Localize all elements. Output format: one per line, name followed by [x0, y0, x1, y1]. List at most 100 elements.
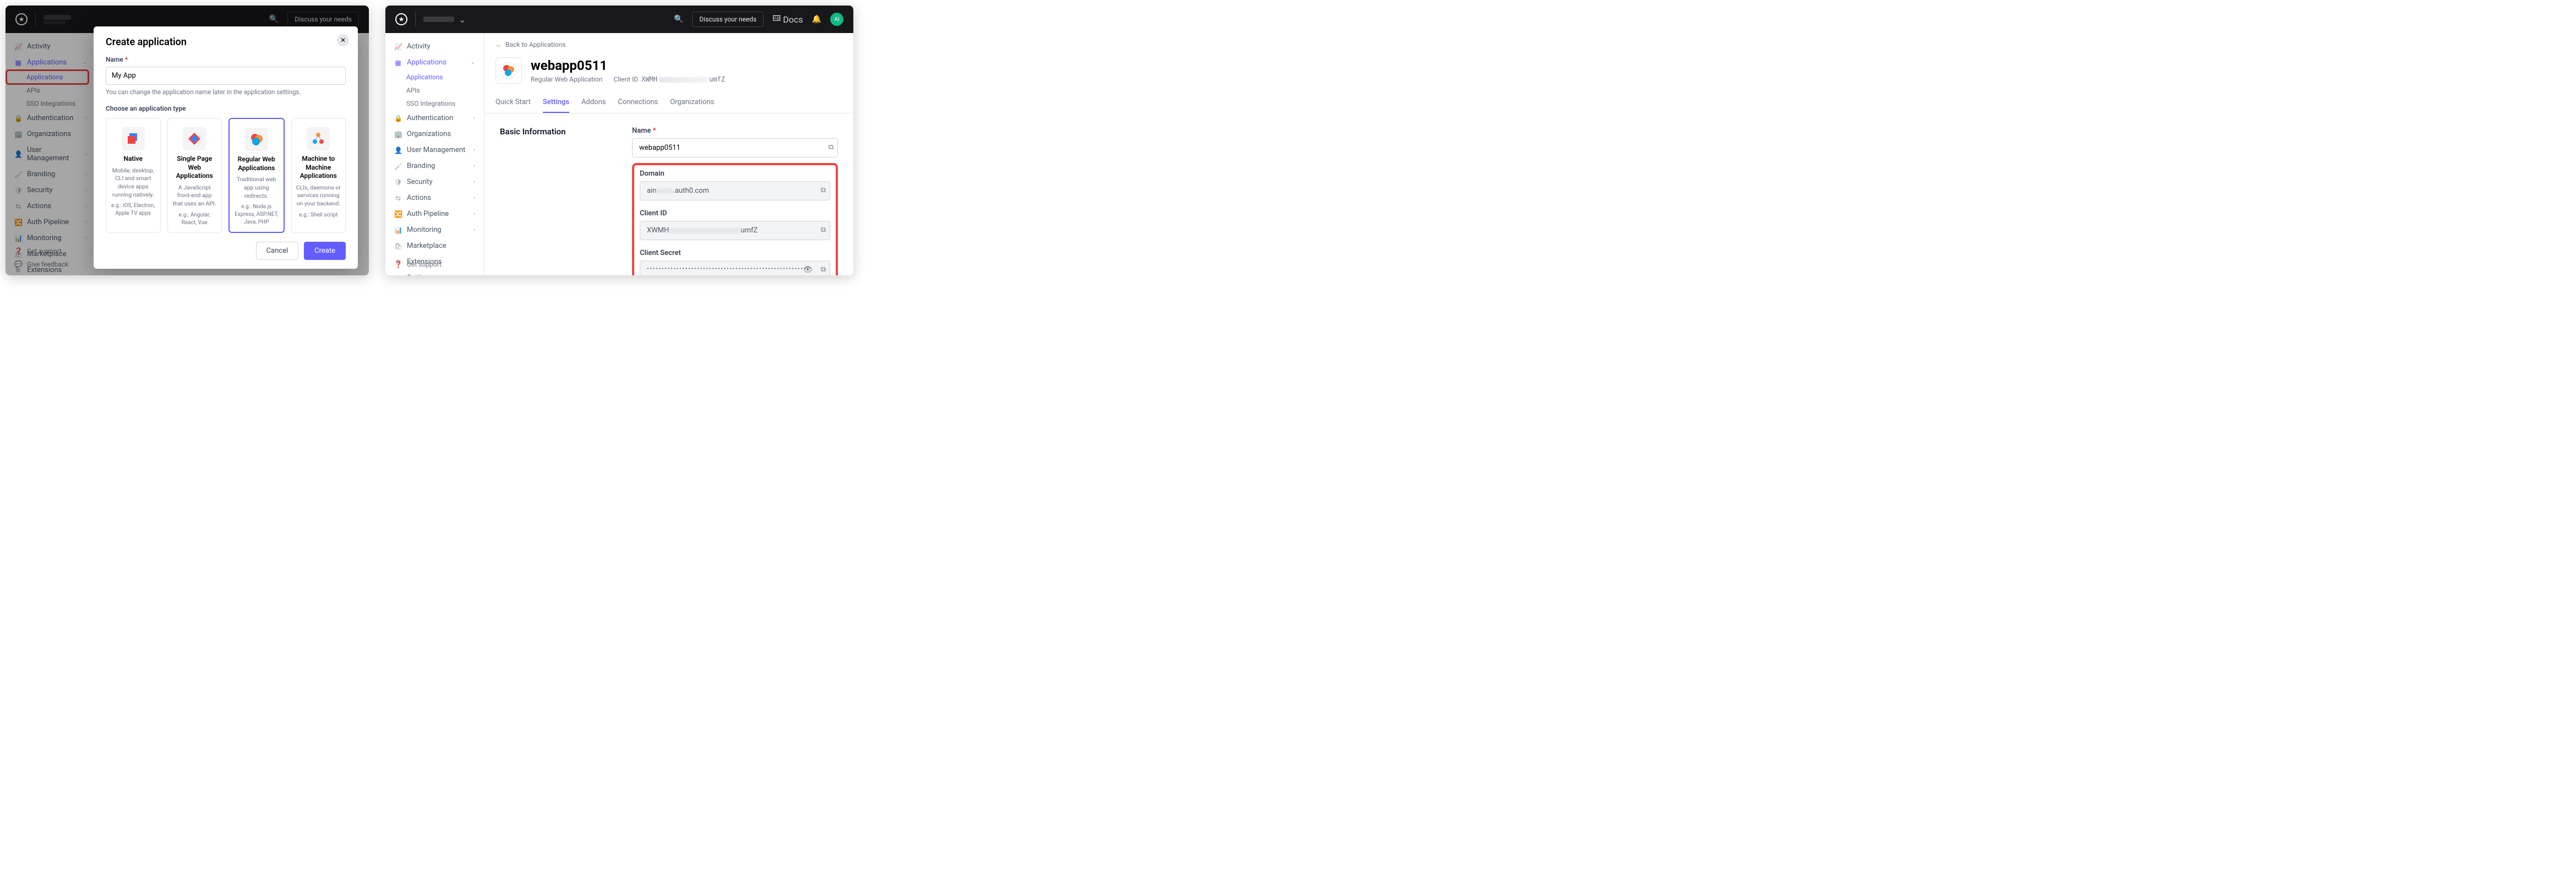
branding-icon: 🖌: [394, 162, 402, 170]
breadcrumb[interactable]: ←Back to Applications: [484, 33, 853, 52]
sidebar-item-actions[interactable]: ⇆Actions›: [385, 190, 484, 206]
sidebar-item-activity[interactable]: 📈Activity: [385, 39, 484, 55]
eye-icon[interactable]: 👁: [803, 265, 813, 274]
card-title: Single Page Web Applications: [172, 155, 217, 181]
chevron-right-icon: ›: [473, 195, 475, 201]
chevron-right-icon: ›: [473, 147, 475, 153]
client-id-summary: Client ID XWMHumfZ: [613, 75, 725, 83]
tab-organizations[interactable]: Organizations: [670, 93, 714, 113]
sidebar-item-auth-pipeline[interactable]: 🔀Auth Pipeline›: [385, 206, 484, 222]
right-pane-app-settings: ★ ⌄ 🔍 Discuss your needs 🖽Docs 🔔 AI 📈Act…: [385, 6, 853, 275]
create-application-modal: ✕ Create application Name * You can chan…: [94, 26, 358, 269]
domain-field: ain.auth0.com: [640, 181, 830, 200]
tab-connections[interactable]: Connections: [618, 93, 658, 113]
tab-quick-start[interactable]: Quick Start: [495, 93, 531, 113]
name-label: Name *: [632, 127, 838, 135]
card-eg: e.g.: Shell script: [296, 211, 341, 219]
modal-title: Create application: [106, 36, 346, 48]
regular-icon: [245, 128, 268, 151]
app-type-card-m2m[interactable]: Machine to Machine Applications CLIs, dae…: [291, 118, 346, 233]
name-label: Name *: [106, 56, 346, 63]
sidebar-item-monitoring[interactable]: 📊Monitoring›: [385, 222, 484, 238]
client-id-label: Client ID: [640, 209, 830, 218]
app-title: webapp0511: [531, 58, 725, 73]
app-type-cards: NativeMobile, desktop, CLI and smart dev…: [106, 118, 346, 233]
avatar[interactable]: AI: [830, 13, 843, 26]
sidebar-item-authentication[interactable]: 🔒Authentication›: [385, 110, 484, 126]
card-eg: e.g.: iOS, Electron, Apple TV apps: [111, 202, 156, 218]
close-button[interactable]: ✕: [337, 34, 349, 46]
tab-addons[interactable]: Addons: [581, 93, 606, 113]
support-icon: ❓: [394, 260, 402, 268]
sidebar-subitem-applications[interactable]: Applications: [385, 70, 484, 84]
name-input[interactable]: [632, 138, 838, 158]
card-title: Regular Web Applications: [234, 155, 279, 172]
app-type-card-regular[interactable]: Regular Web Applications Traditional web …: [228, 118, 285, 233]
client-secret-label: Client Secret: [640, 249, 830, 257]
sidebar-item-branding[interactable]: 🖌Branding›: [385, 158, 484, 174]
sidebar-subitem-apis[interactable]: APIs: [385, 84, 484, 97]
card-desc: Traditional web app using redirects.: [234, 176, 279, 200]
chevron-right-icon: ›: [473, 211, 475, 217]
card-eg: e.g.: Angular, React, Vue: [172, 211, 217, 227]
sidebar-item-marketplace[interactable]: 🛍Marketplace: [385, 238, 484, 254]
spa-icon: [183, 127, 206, 150]
cancel-button[interactable]: Cancel: [256, 242, 299, 260]
sidebar-item-user-management[interactable]: 👤User Management›: [385, 142, 484, 158]
app-type-card-spa[interactable]: Single Page Web ApplicationsA JavaScript…: [167, 118, 222, 233]
copy-icon[interactable]: ⧉: [829, 143, 834, 151]
search-icon[interactable]: 🔍: [674, 15, 683, 24]
docs-icon: 🖽: [772, 13, 781, 26]
sidebar-right: 📈Activity ▦Applications⌄ Applications AP…: [385, 33, 484, 275]
org-icon: 🏢: [394, 131, 402, 138]
card-desc: CLIs, daemons or services running on you…: [296, 184, 341, 208]
chevron-right-icon: ›: [473, 227, 475, 233]
discuss-button[interactable]: Discuss your needs: [692, 12, 764, 27]
shield-icon: 🛡: [394, 178, 402, 186]
card-desc: Mobile, desktop, CLI and smart device ap…: [111, 167, 156, 199]
client-secret-field: [640, 260, 830, 275]
card-title: Machine to Machine Applications: [296, 155, 341, 181]
chevron-right-icon: ›: [473, 163, 475, 169]
activity-icon: 📈: [394, 43, 402, 51]
m2m-icon: [307, 127, 330, 150]
market-icon: 🛍: [394, 242, 402, 250]
chevron-right-icon: ›: [473, 115, 475, 121]
sidebar-subitem-sso[interactable]: SSO Integrations: [385, 97, 484, 110]
app-tabs: Quick Start Settings Addons Connections …: [484, 93, 853, 113]
tenant-selector[interactable]: ⌄: [423, 14, 466, 25]
client-id-field: XWMHumfZ: [640, 221, 830, 240]
choose-type-label: Choose an application type: [106, 105, 346, 112]
bell-icon[interactable]: 🔔: [812, 15, 821, 24]
left-pane-create-app: ★ 🔍 Discuss your needs 📈Activity ▦Applic…: [6, 6, 369, 275]
app-type-card-native[interactable]: NativeMobile, desktop, CLI and smart dev…: [106, 118, 161, 233]
section-title: Basic Information: [500, 127, 599, 275]
app-type: Regular Web Application: [531, 75, 602, 83]
sidebar-item-applications[interactable]: ▦Applications⌄: [385, 55, 484, 70]
sidebar-item-security[interactable]: 🛡Security›: [385, 174, 484, 190]
copy-icon[interactable]: ⧉: [821, 265, 826, 274]
chevron-right-icon: ›: [473, 179, 475, 185]
divider: [415, 12, 416, 27]
pipeline-icon: 🔀: [394, 210, 402, 218]
chevron-down-icon: ⌄: [471, 59, 475, 66]
name-input[interactable]: [106, 67, 346, 85]
copy-icon[interactable]: ⧉: [821, 226, 826, 234]
topbar-right: ★ ⌄ 🔍 Discuss your needs 🖽Docs 🔔 AI: [385, 6, 853, 33]
docs-link[interactable]: 🖽Docs: [772, 13, 803, 26]
card-eg: e.g.: Node.js Express, ASP.NET, Java, PH…: [234, 203, 279, 226]
arrow-left-icon: ←: [495, 41, 502, 48]
copy-icon[interactable]: ⧉: [821, 186, 826, 194]
create-button[interactable]: Create: [304, 242, 346, 260]
auth0-logo-icon: ★: [395, 13, 407, 25]
tab-settings[interactable]: Settings: [543, 93, 569, 113]
sidebar-item-support[interactable]: ❓Get support: [385, 258, 484, 271]
users-icon: 👤: [394, 146, 402, 154]
applications-icon: ▦: [394, 59, 402, 67]
domain-label: Domain: [640, 170, 830, 178]
credentials-highlight: Domain ain.auth0.com ⧉ Client ID XWMHumf…: [632, 163, 838, 275]
chevron-down-icon: ⌄: [459, 14, 466, 25]
app-logo-icon: [495, 57, 522, 84]
actions-icon: ⇆: [394, 194, 402, 202]
sidebar-item-organizations[interactable]: 🏢Organizations: [385, 126, 484, 142]
